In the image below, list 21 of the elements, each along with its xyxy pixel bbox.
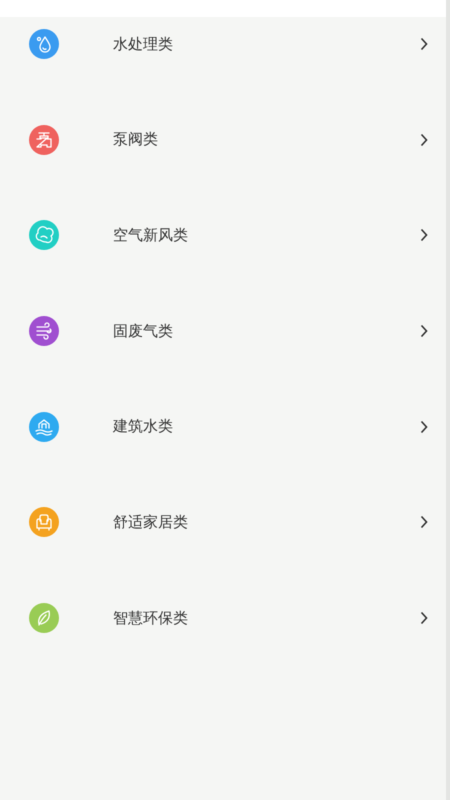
chevron-right-icon [420, 132, 428, 147]
chevron-right-icon [420, 611, 428, 626]
category-label: 泵阀类 [113, 130, 159, 150]
chevron-right-icon [420, 515, 428, 530]
category-item[interactable]: 水处理类 [0, 29, 446, 59]
chevron-right-icon [420, 37, 428, 51]
category-item[interactable]: 泵阀类 [0, 124, 446, 155]
category-item[interactable]: 空气新风类 [0, 220, 446, 250]
category-item[interactable]: 建筑水类 [0, 412, 446, 442]
category-label: 舒适家居类 [113, 512, 189, 532]
category-item[interactable]: 舒适家居类 [0, 507, 446, 538]
category-item[interactable]: 固废气类 [0, 316, 446, 346]
chevron-right-icon [420, 420, 428, 434]
chevron-right-icon [420, 228, 428, 242]
chevron-right-icon [420, 324, 428, 338]
category-label: 空气新风类 [113, 226, 189, 245]
category-label: 建筑水类 [113, 417, 174, 436]
category-label: 固废气类 [113, 322, 174, 341]
category-label: 水处理类 [113, 34, 174, 54]
category-item[interactable]: 智慧环保类 [0, 603, 446, 634]
category-label: 智慧环保类 [113, 608, 189, 628]
